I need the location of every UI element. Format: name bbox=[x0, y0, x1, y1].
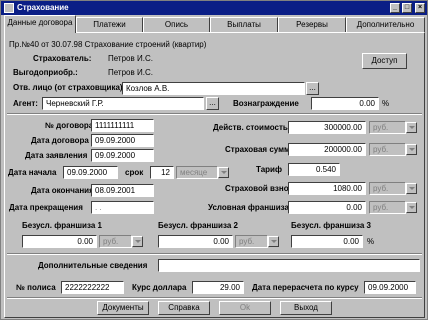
tab-claims[interactable]: Выплаты bbox=[210, 17, 278, 32]
access-button[interactable]: Доступ bbox=[362, 53, 407, 69]
window-title: Страхование bbox=[17, 3, 69, 12]
reward-label: Вознаграждение bbox=[233, 99, 299, 108]
maximize-button[interactable]: □ bbox=[402, 3, 412, 13]
franchise-1-field[interactable]: 0.00 bbox=[22, 235, 97, 248]
recalc-date-label: Дата перерасчета по курсу bbox=[252, 283, 359, 292]
actual-currency-dropdown-icon[interactable] bbox=[406, 122, 417, 133]
separator-top bbox=[7, 113, 422, 115]
responsible-select-button[interactable]: ... bbox=[306, 82, 319, 95]
app-icon bbox=[4, 3, 14, 13]
insurer-label: Страхователь: bbox=[33, 54, 92, 63]
contract-number-label: № договора bbox=[45, 121, 94, 130]
title-bar: Страхование _ □ × bbox=[1, 1, 427, 15]
dollar-rate-field[interactable]: 29.00 bbox=[192, 281, 244, 294]
tab-additional[interactable]: Дополнительно bbox=[346, 17, 425, 32]
tab-payments[interactable]: Платежи bbox=[76, 17, 143, 32]
termination-date-field[interactable]: . . bbox=[91, 201, 154, 214]
beneficiary-value: Петров И.С. bbox=[108, 68, 153, 77]
tab-inventory[interactable]: Опись bbox=[143, 17, 210, 32]
tariff-label: Тариф bbox=[256, 165, 282, 174]
contract-date-field[interactable]: 09.09.2000 bbox=[91, 134, 154, 147]
start-date-field[interactable]: 09.09.2000 bbox=[63, 166, 118, 179]
actual-value-label: Действ. стоимость bbox=[213, 123, 288, 132]
end-date-field[interactable]: 08.09.2001 bbox=[91, 184, 154, 197]
minimize-button[interactable]: _ bbox=[390, 3, 400, 13]
franchise-1-currency-select[interactable]: руб. bbox=[99, 235, 132, 248]
conditional-franchise-label: Условная франшиза bbox=[208, 203, 289, 212]
separator-bottom bbox=[7, 297, 422, 299]
additional-info-field[interactable] bbox=[158, 259, 420, 272]
premium-label: Страховой взнос bbox=[225, 184, 293, 193]
conditional-franchise-field[interactable]: 0.00 bbox=[288, 201, 366, 214]
franchise-3-label: Безусл. франшиза 3 bbox=[291, 221, 371, 230]
ok-button[interactable]: Ok bbox=[219, 301, 271, 315]
premium-currency-dropdown-icon[interactable] bbox=[406, 183, 417, 194]
close-button[interactable]: × bbox=[415, 3, 425, 13]
exit-button[interactable]: Выход bbox=[280, 301, 332, 315]
agent-select-button[interactable]: ... bbox=[206, 97, 219, 110]
additional-info-label: Дополнительные сведения bbox=[38, 261, 148, 270]
separator-middle bbox=[7, 253, 422, 255]
tab-contract-data[interactable]: Данные договора bbox=[4, 15, 76, 33]
franchise-1-dropdown-icon[interactable] bbox=[132, 236, 143, 247]
premium-currency-select[interactable]: руб. bbox=[369, 182, 406, 195]
term-unit-dropdown-icon[interactable] bbox=[218, 167, 229, 178]
recalc-date-field[interactable]: 09.09.2000 bbox=[364, 281, 416, 294]
term-unit-select[interactable]: месяце bbox=[176, 166, 218, 179]
insurance-window: Страхование _ □ × Данные договора Платеж… bbox=[0, 0, 428, 320]
insured-sum-label: Страховая сумма bbox=[225, 145, 295, 154]
end-date-label: Дата окончания bbox=[31, 186, 94, 195]
franchise-3-percent: % bbox=[367, 237, 375, 246]
franchise-2-currency-select[interactable]: руб. bbox=[235, 235, 268, 248]
franchise-2-label: Безусл. франшиза 2 bbox=[158, 221, 238, 230]
application-date-field[interactable]: 09.09.2000 bbox=[91, 149, 154, 162]
policy-number-label: № полиса bbox=[16, 283, 56, 292]
help-button[interactable]: Справка bbox=[158, 301, 210, 315]
policy-info: Пр.№40 от 30.07.98 Страхование строений … bbox=[9, 40, 207, 49]
reward-field[interactable]: 0.00 bbox=[311, 97, 379, 110]
contract-date-label: Дата договора bbox=[31, 136, 89, 145]
responsible-field[interactable]: Козлов А.В. bbox=[122, 82, 305, 95]
agent-field[interactable]: Черневский Г.Р. bbox=[42, 97, 204, 110]
documents-button[interactable]: Документы bbox=[97, 301, 149, 315]
conditional-currency-select[interactable]: руб. bbox=[369, 201, 406, 214]
insured-currency-dropdown-icon[interactable] bbox=[406, 144, 417, 155]
dollar-rate-label: Курс доллара bbox=[132, 283, 187, 292]
termination-date-label: Дата прекращения bbox=[9, 203, 83, 212]
actual-value-field[interactable]: 300000.00 bbox=[288, 121, 366, 134]
beneficiary-label: Выгодоприобр.: bbox=[13, 68, 78, 77]
franchise-1-label: Безусл. франшиза 1 bbox=[22, 221, 102, 230]
franchise-2-field[interactable]: 0.00 bbox=[158, 235, 233, 248]
agent-label: Агент: bbox=[13, 99, 38, 108]
premium-field[interactable]: 1080.00 bbox=[288, 182, 366, 195]
franchise-3-field[interactable]: 0.00 bbox=[291, 235, 363, 248]
actual-currency-select[interactable]: руб. bbox=[369, 121, 406, 134]
responsible-label: Отв. лицо (от страховщика) bbox=[13, 83, 123, 92]
contract-number-field[interactable]: 1111111111 bbox=[91, 119, 154, 132]
insured-sum-field[interactable]: 200000.00 bbox=[288, 143, 366, 156]
start-date-label: Дата начала bbox=[8, 168, 57, 177]
insurer-value: Петров И.С. bbox=[108, 54, 153, 63]
insured-currency-select[interactable]: руб. bbox=[369, 143, 406, 156]
application-date-label: Дата заявления bbox=[25, 151, 88, 160]
tariff-field[interactable]: 0.540 bbox=[288, 163, 340, 176]
tab-reserves[interactable]: Резервы bbox=[278, 17, 346, 32]
term-label: срок bbox=[125, 168, 144, 177]
franchise-2-dropdown-icon[interactable] bbox=[268, 236, 279, 247]
contract-panel: Пр.№40 от 30.07.98 Страхование строений … bbox=[4, 32, 425, 318]
term-field[interactable]: 12 bbox=[150, 166, 174, 179]
policy-number-field[interactable]: 2222222222 bbox=[61, 281, 124, 294]
conditional-currency-dropdown-icon[interactable] bbox=[406, 202, 417, 213]
reward-percent: % bbox=[382, 99, 390, 108]
